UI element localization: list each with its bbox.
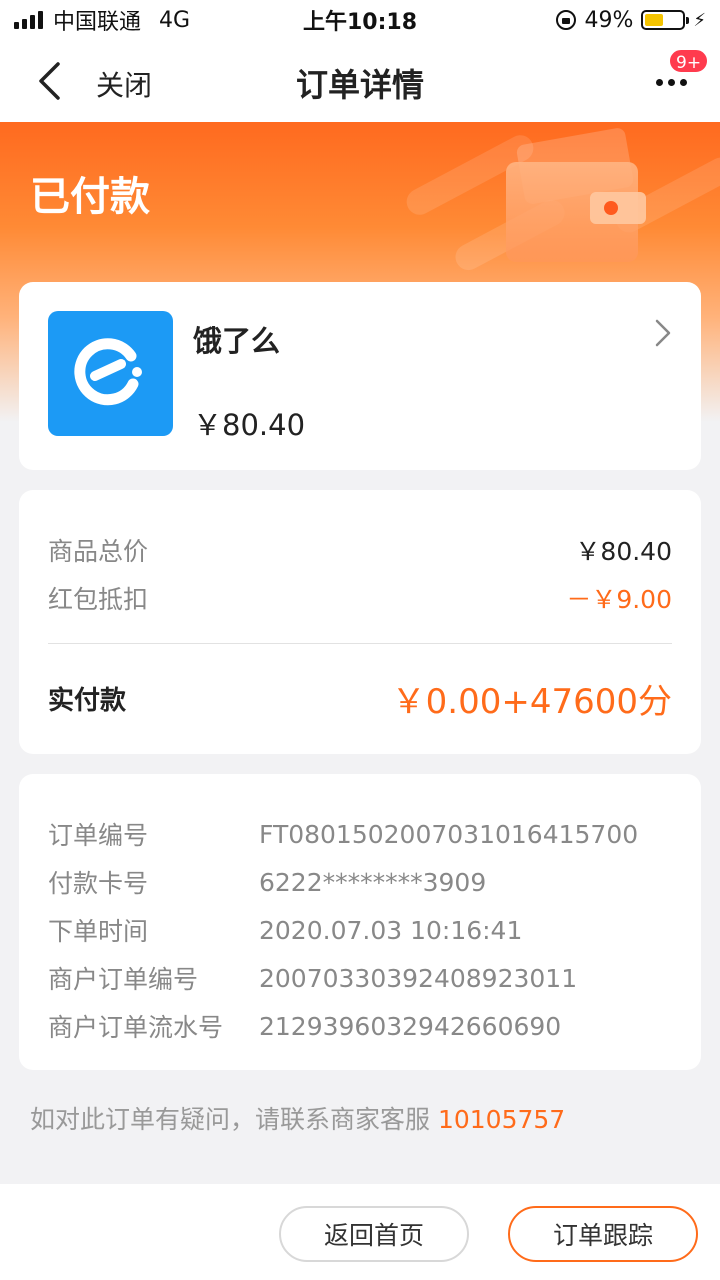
info-label: 下单时间	[48, 917, 149, 946]
battery-percent: 49%	[584, 7, 634, 33]
back-home-button[interactable]: 返回首页	[279, 1206, 469, 1262]
info-value: 2129396032942660690	[259, 1011, 562, 1041]
wallet-icon	[506, 162, 646, 262]
merchant-amount: ￥80.40	[193, 408, 306, 442]
notification-badge: 9+	[668, 48, 710, 74]
paid-label: 实付款	[48, 686, 127, 716]
status-right: 49% ⚡	[556, 8, 706, 33]
info-label: 订单编号	[48, 821, 149, 850]
info-row-order-time: 下单时间 2020.07.03 10:16:41	[48, 912, 672, 948]
contact-phone-link[interactable]: 10105757	[438, 1105, 565, 1134]
charging-icon: ⚡	[693, 9, 706, 31]
subtotal-value: ￥80.40	[575, 537, 672, 566]
info-row-merchant-serial: 商户订单流水号 2129396032942660690	[48, 1008, 672, 1044]
carrier-label: 中国联通	[53, 10, 142, 35]
discount-row: 红包抵扣 －￥9.00	[48, 580, 672, 616]
info-value: 20070330392408923011	[259, 963, 578, 993]
chevron-left-icon[interactable]	[36, 58, 76, 104]
info-label: 付款卡号	[48, 869, 149, 898]
wallet-flap	[590, 192, 646, 224]
merchant-name: 饿了么	[193, 324, 281, 358]
status-bar: 中国联通 4G 上午10:18 49% ⚡	[0, 0, 720, 40]
signal-icon	[14, 11, 43, 29]
subtotal-row: 商品总价 ￥80.40	[48, 532, 672, 568]
order-tracking-button[interactable]: 订单跟踪	[508, 1206, 698, 1262]
info-value: FT0801502007031016415700	[259, 819, 639, 849]
merchant-card[interactable]: 饿了么 ￥80.40	[19, 282, 701, 470]
chevron-right-icon	[651, 318, 675, 348]
discount-value: －￥9.00	[566, 585, 672, 614]
discount-label: 红包抵扣	[48, 585, 149, 614]
contact-text: 如对此订单有疑问，请联系商家客服 10105757	[30, 1100, 565, 1136]
status-left: 中国联通 4G	[14, 4, 190, 36]
close-button[interactable]: 关闭	[96, 64, 152, 104]
info-label: 商户订单编号	[48, 965, 199, 994]
wallet-button	[604, 201, 618, 215]
divider	[48, 643, 672, 644]
subtotal-label: 商品总价	[48, 537, 149, 566]
nav-bar: 关闭 订单详情	[0, 40, 720, 122]
info-row-card-number: 付款卡号 6222********3909	[48, 864, 672, 900]
network-label: 4G	[159, 7, 191, 33]
paid-row: 实付款 ￥0.00+47600分	[48, 674, 672, 723]
order-info-card: 订单编号 FT0801502007031016415700 付款卡号 6222*…	[19, 774, 701, 1070]
price-summary-card: 商品总价 ￥80.40 红包抵扣 －￥9.00 实付款 ￥0.00+47600分	[19, 490, 701, 754]
battery-fill	[645, 14, 663, 26]
eleme-app-icon	[48, 311, 173, 436]
info-row-merchant-order-number: 商户订单编号 20070330392408923011	[48, 960, 672, 996]
paid-value: ￥0.00+47600分	[391, 682, 672, 722]
battery-icon	[641, 10, 690, 30]
bottom-action-bar: 返回首页 订单跟踪	[0, 1184, 720, 1280]
info-value: 6222********3909	[259, 867, 487, 897]
rotation-lock-icon	[556, 10, 577, 30]
contact-label: 如对此订单有疑问，请联系商家客服	[30, 1105, 431, 1134]
info-label: 商户订单流水号	[48, 1013, 224, 1042]
order-status-title: 已付款	[30, 174, 150, 220]
info-row-order-number: 订单编号 FT0801502007031016415700	[48, 816, 672, 852]
info-value: 2020.07.03 10:16:41	[259, 915, 523, 945]
